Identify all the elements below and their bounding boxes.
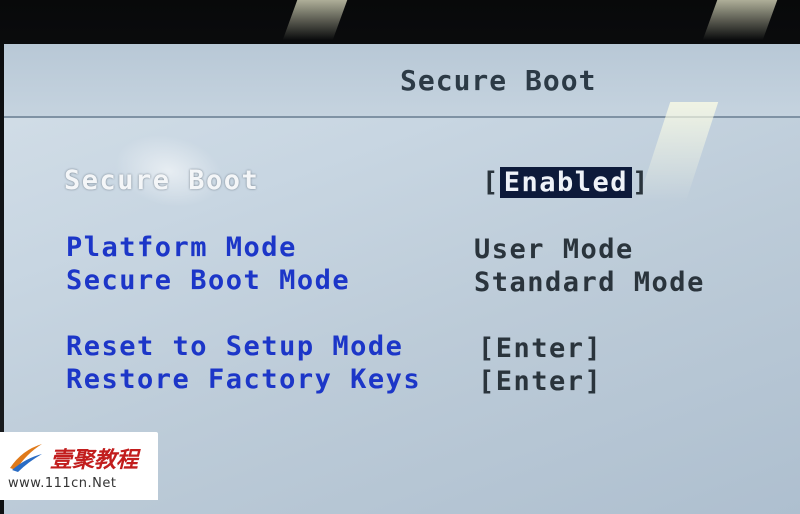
bracket-close: ]	[632, 167, 650, 198]
selected-value[interactable]: Enabled	[499, 167, 633, 198]
setting-secure-boot-mode-label: Secure Boot Mode	[66, 265, 351, 296]
page-title: Secure Boot	[400, 64, 597, 97]
glare-reflection	[282, 0, 348, 40]
setting-secure-boot-label[interactable]: Secure Boot	[64, 165, 259, 196]
swoosh-logo-icon	[10, 444, 42, 472]
watermark: 壹聚教程 www.111cn.Net	[0, 432, 158, 500]
watermark-brand: 壹聚教程	[50, 448, 139, 473]
setting-secure-boot-value[interactable]: [Enabled]	[482, 167, 650, 198]
setting-platform-mode-value: User Mode	[474, 234, 634, 265]
glare-reflection	[702, 0, 778, 40]
restore-factory-keys-enter[interactable]: [Enter]	[478, 366, 602, 397]
setting-platform-mode-label: Platform Mode	[66, 232, 297, 263]
reset-to-setup-mode-item[interactable]: Reset to Setup Mode	[66, 331, 403, 362]
reset-to-setup-mode-enter[interactable]: [Enter]	[478, 333, 602, 364]
setting-secure-boot-mode-value: Standard Mode	[474, 267, 705, 298]
watermark-url: www.111cn.Net	[8, 476, 117, 491]
bracket-open: [	[482, 167, 500, 198]
restore-factory-keys-item[interactable]: Restore Factory Keys	[66, 364, 421, 395]
